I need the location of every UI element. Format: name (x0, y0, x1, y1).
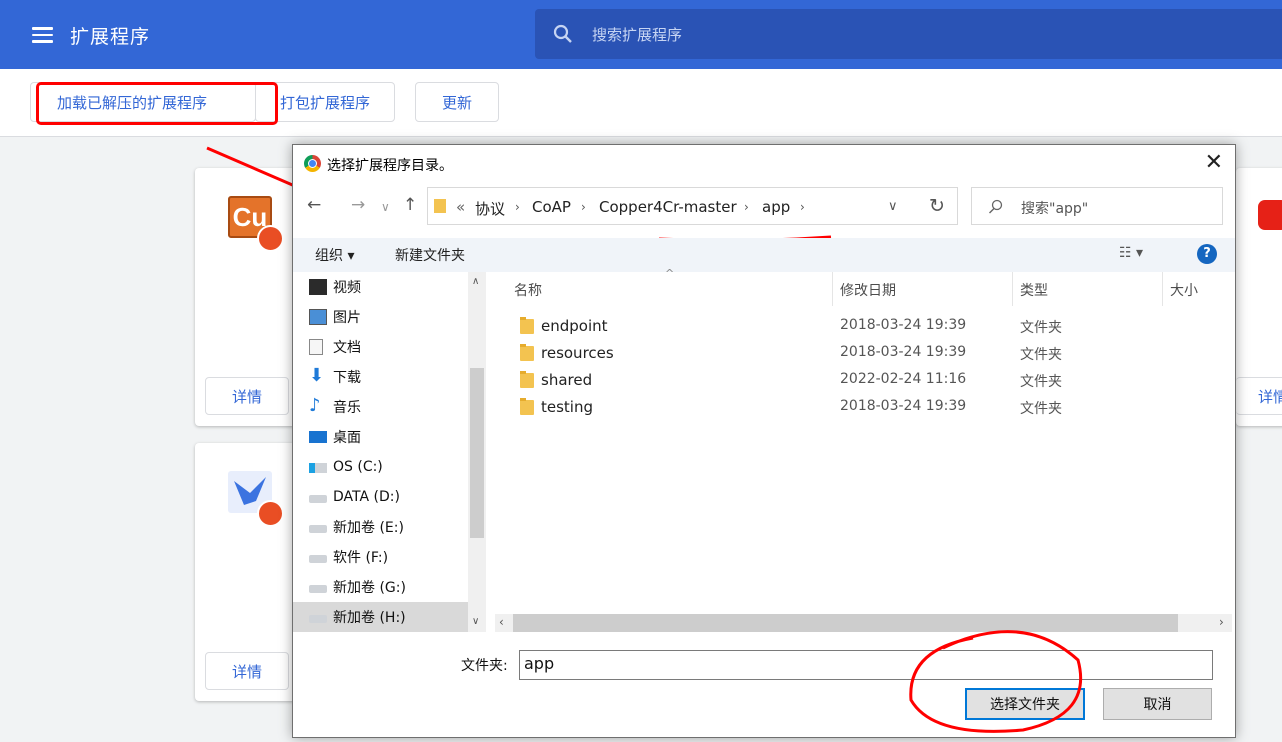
nav-item-desktop[interactable]: 桌面 (309, 425, 361, 449)
video-icon (309, 279, 327, 295)
refresh-button[interactable]: ↻ (917, 187, 958, 225)
nav-item-drive-g[interactable]: 新加卷 (G:) (309, 575, 406, 599)
breadcrumb-item[interactable]: 协议 (475, 198, 505, 219)
chevron-down-icon[interactable]: ∨ (888, 199, 898, 214)
breadcrumb-overflow[interactable]: « (456, 198, 465, 216)
sort-ascending-icon: ^ (665, 267, 675, 280)
nav-item-downloads[interactable]: ⬇ 下载 (309, 365, 361, 389)
drive-icon (309, 555, 327, 563)
chevron-right-icon[interactable]: › (744, 200, 749, 214)
drive-icon (309, 525, 327, 533)
cancel-button[interactable]: 取消 (1103, 688, 1212, 720)
column-name[interactable]: 名称 (514, 280, 542, 314)
back-icon[interactable]: ← (307, 195, 321, 215)
annotation-circle (909, 630, 1083, 733)
column-size[interactable]: 大小 (1170, 280, 1198, 314)
folder-shortcut-icon (520, 371, 534, 388)
folder-name-input[interactable]: app (519, 650, 1213, 680)
document-icon (309, 339, 323, 355)
folder-icon (520, 344, 534, 361)
address-bar[interactable]: « 协议 › CoAP › Copper4Cr-master › app › ∨ (427, 187, 958, 225)
dialog-search-input[interactable]: 搜索"app" (971, 187, 1223, 225)
file-row[interactable]: testing 2018-03-24 19:39 文件夹 (511, 394, 1231, 421)
desktop-icon (309, 431, 327, 443)
folder-label: 文件夹: (461, 658, 508, 674)
folder-icon (520, 317, 534, 334)
dialog-title: 选择扩展程序目录。 (327, 158, 453, 174)
dialog-search-placeholder: 搜索"app" (1021, 201, 1089, 217)
folder-icon (520, 398, 534, 415)
chevron-right-icon[interactable]: › (800, 200, 805, 214)
nav-item-drive-e[interactable]: 新加卷 (E:) (309, 515, 404, 539)
nav-item-pictures[interactable]: 图片 (309, 305, 361, 329)
column-type[interactable]: 类型 (1020, 280, 1048, 314)
file-dialog: 选择扩展程序目录。 ✕ ← → ∨ ↑ « 协议 › CoAP › Copper… (292, 144, 1236, 738)
search-icon (989, 199, 1003, 214)
folder-icon (434, 199, 446, 213)
file-row[interactable]: shared 2022-02-24 11:16 文件夹 (511, 367, 1231, 394)
breadcrumb-item[interactable]: app (762, 198, 790, 216)
breadcrumb-item[interactable]: CoAP (532, 198, 571, 216)
drive-icon (309, 615, 327, 623)
nav-scrollbar[interactable]: ∧ ∨ (468, 272, 486, 632)
navigation-pane: 视频 图片 文档 ⬇ 下载 ♪ 音乐 桌面 OS (C:) DATA (D:) 新加… (293, 272, 489, 632)
nav-item-music[interactable]: ♪ 音乐 (309, 395, 361, 419)
music-icon: ♪ (309, 395, 321, 416)
column-date[interactable]: 修改日期 (840, 280, 896, 314)
view-options-icon[interactable]: ☷ ▾ (1119, 245, 1143, 261)
new-folder-button[interactable]: 新建文件夹 (395, 245, 465, 265)
refresh-icon: ↻ (929, 195, 945, 217)
breadcrumb-item[interactable]: Copper4Cr-master (599, 198, 737, 216)
help-icon[interactable]: ? (1197, 244, 1217, 264)
chevron-right-icon[interactable]: › (515, 200, 520, 214)
nav-item-documents[interactable]: 文档 (309, 335, 361, 359)
file-row[interactable]: endpoint 2018-03-24 19:39 文件夹 (511, 313, 1231, 340)
organize-menu[interactable]: 组织 ▾ (315, 245, 354, 265)
nav-item-drive-f[interactable]: 软件 (F:) (309, 545, 388, 569)
download-icon: ⬇ (309, 365, 325, 386)
chrome-icon (304, 155, 321, 172)
recent-dropdown-icon[interactable]: ∨ (381, 200, 390, 214)
picture-icon (309, 309, 327, 325)
close-icon[interactable]: ✕ (1205, 151, 1223, 175)
up-icon[interactable]: ↑ (403, 195, 417, 215)
file-row[interactable]: resources 2018-03-24 19:39 文件夹 (511, 340, 1231, 367)
chevron-right-icon[interactable]: › (581, 200, 586, 214)
drive-icon (309, 585, 327, 593)
file-list-scrollbar[interactable]: ‹ › (495, 614, 1232, 632)
nav-item-drive-d[interactable]: DATA (D:) (309, 485, 400, 509)
forward-icon[interactable]: → (351, 195, 365, 215)
nav-item-drive-h[interactable]: 新加卷 (H:) (309, 605, 406, 629)
windows-drive-icon (309, 463, 327, 473)
drive-icon (309, 495, 327, 503)
nav-item-videos[interactable]: 视频 (309, 275, 361, 299)
nav-item-drive-c[interactable]: OS (C:) (309, 455, 383, 479)
